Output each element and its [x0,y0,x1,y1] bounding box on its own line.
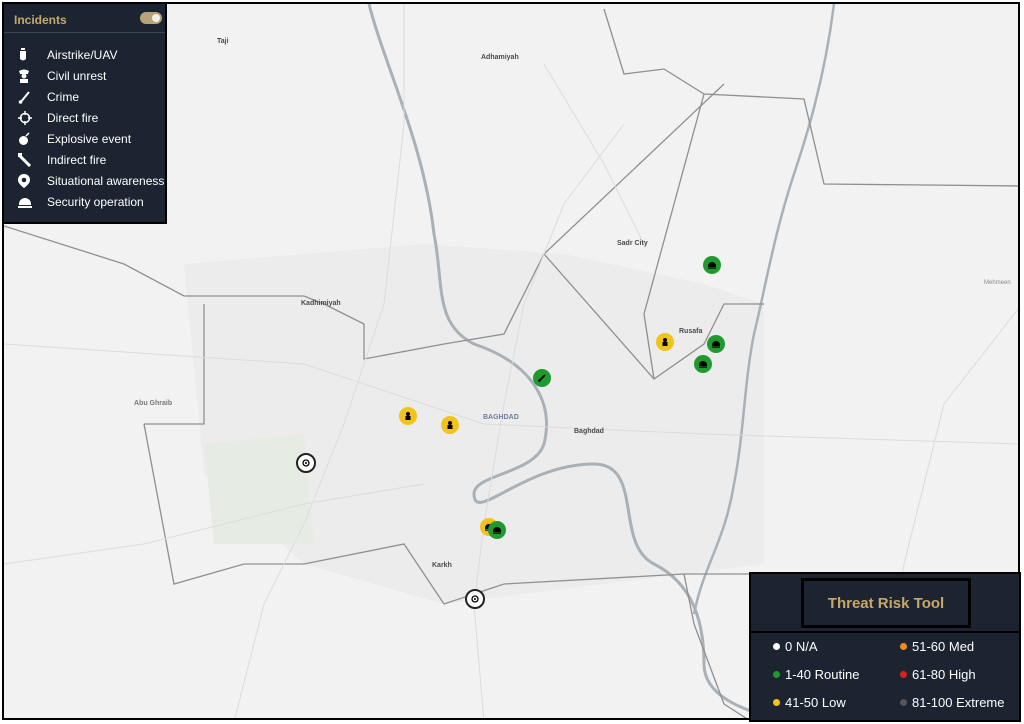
legend-label: 0 N/A [785,639,818,654]
legend-dot [900,671,907,678]
legend-item: 61-80 High [900,667,976,682]
civil-unrest-icon [662,338,668,346]
situational-awareness-icon [302,459,310,467]
civil-unrest-icon [405,412,411,420]
crime-icon [18,90,40,104]
legend-dot [773,643,780,650]
incident-filter-direct-fire[interactable]: Direct fire [18,109,98,127]
incident-marker[interactable] [465,589,485,609]
legend-label: 61-80 High [912,667,976,682]
incident-marker[interactable] [707,335,725,353]
incident-marker[interactable] [441,416,459,434]
legend-dot [900,643,907,650]
security-operation-icon [493,527,501,534]
security-operation-icon [712,341,720,348]
incident-filter-label: Airstrike/UAV [47,48,118,62]
divider [751,631,1019,633]
threat-title: Threat Risk Tool [827,594,945,612]
incident-marker[interactable] [399,407,417,425]
place-label: Kadhimiyah [301,300,341,307]
incident-filter-crime[interactable]: Crime [18,88,79,106]
incident-filter-civil-unrest[interactable]: Civil unrest [18,67,106,85]
legend-item: 0 N/A [773,639,818,654]
airstrike-icon [18,48,40,62]
threat-risk-panel: Threat Risk Tool 0 N/A 1-40 Routine 41-5… [749,572,1021,722]
incident-marker[interactable] [533,369,551,387]
incident-filter-security-operation[interactable]: Security operation [18,193,144,211]
legend-item: 81-100 Extreme [900,695,1005,710]
incident-marker[interactable] [488,521,506,539]
place-label: Abu Ghraib [134,400,173,407]
incident-marker[interactable] [296,453,316,473]
legend-item: 51-60 Med [900,639,974,654]
legend-label: 1-40 Routine [785,667,860,682]
legend-dot [773,699,780,706]
security-operation-icon [708,262,716,269]
direct-fire-icon [18,111,40,125]
incidents-header: Incidents [4,4,165,33]
explosive-icon [18,132,40,146]
legend-dot [773,671,780,678]
legend-label: 81-100 Extreme [912,695,1005,710]
incident-filter-label: Civil unrest [47,69,107,83]
situational-awareness-icon [471,595,479,603]
place-label: Mehmeen [984,280,1011,286]
legend-item: 1-40 Routine [773,667,859,682]
incident-filter-label: Indirect fire [47,153,107,167]
incident-filter-label: Security operation [47,195,144,209]
incidents-panel: Incidents Airstrike/UAV Civil unrest Cri… [2,2,167,224]
place-label: Taji [217,38,229,45]
security-operation-icon [699,361,707,368]
place-label: Rusafa [679,328,703,335]
indirect-fire-icon [18,153,40,167]
toggle-knob [152,14,160,22]
threat-title-box: Threat Risk Tool [801,578,971,628]
incidents-title: Incidents [14,13,67,27]
legend-label: 41-50 Low [785,695,846,710]
legend-item: 41-50 Low [773,695,846,710]
situational-awareness-icon [18,174,40,188]
place-label: BAGHDAD [483,414,519,421]
place-label: Baghdad [574,428,604,435]
place-label: Karkh [432,562,452,569]
incident-filter-indirect-fire[interactable]: Indirect fire [18,151,106,169]
security-operation-icon [18,195,40,209]
incident-marker[interactable] [694,355,712,373]
place-label: Sadr City [617,240,648,247]
incident-filter-explosive[interactable]: Explosive event [18,130,131,148]
legend-label: 51-60 Med [912,639,975,654]
incident-filter-label: Crime [47,90,79,104]
incident-marker[interactable] [656,333,674,351]
place-label: Adhamiyah [481,54,519,61]
incident-filter-situational-awareness[interactable]: Situational awareness [18,172,164,190]
incident-filter-label: Explosive event [47,132,132,146]
incident-filter-label: Direct fire [47,111,99,125]
civil-unrest-icon [447,421,453,429]
incident-marker[interactable] [703,256,721,274]
incidents-toggle[interactable] [140,12,162,24]
legend-dot [900,699,907,706]
civil-unrest-icon [18,69,40,83]
incident-filter-label: Situational awareness [47,174,165,188]
incident-filter-airstrike[interactable]: Airstrike/UAV [18,46,117,64]
crime-icon [538,374,546,382]
